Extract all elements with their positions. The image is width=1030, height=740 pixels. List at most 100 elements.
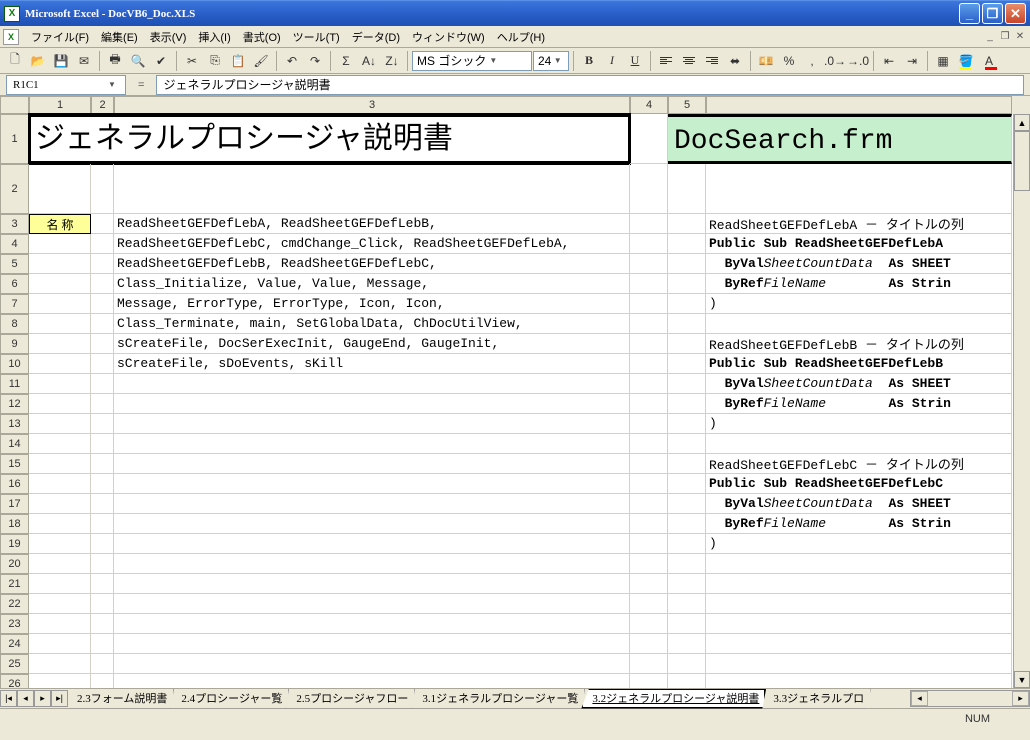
cell-r15-c4[interactable]	[630, 454, 668, 474]
cell-r22-c4[interactable]	[630, 594, 668, 614]
col-head-2[interactable]: 2	[91, 96, 114, 114]
cell-r6-c5[interactable]	[668, 274, 706, 294]
cell-r17-c6[interactable]: ByVal SheetCountData As SHEET	[706, 494, 1012, 514]
increase-decimal-icon[interactable]: .0→	[824, 50, 846, 72]
cell-r18-c4[interactable]	[630, 514, 668, 534]
workbook-icon[interactable]: X	[3, 29, 19, 45]
sheet-tab[interactable]: 2.5プロシージャフロー	[285, 689, 415, 709]
cell-r4-c4[interactable]	[630, 234, 668, 254]
row-head-3[interactable]: 3	[0, 214, 29, 234]
font-name-combo[interactable]: MS ゴシック▼	[412, 51, 532, 71]
cell-r7-c3[interactable]: Message, ErrorType, ErrorType, Icon, Ico…	[114, 294, 630, 314]
cell-r12-c5[interactable]	[668, 394, 706, 414]
scroll-down-icon[interactable]: ▼	[1014, 671, 1030, 688]
cell-r2-c4[interactable]	[630, 164, 668, 214]
cell-r7-c1[interactable]	[29, 294, 91, 314]
font-color-icon[interactable]: A	[978, 50, 1000, 72]
cell-r9-c6[interactable]: ReadSheetGEFDefLebB － タイトルの列	[706, 334, 1012, 354]
cell-r3-c4[interactable]	[630, 214, 668, 234]
cell-r11-c5[interactable]	[668, 374, 706, 394]
italic-button[interactable]: I	[601, 50, 623, 72]
cell-r24-c2[interactable]	[91, 634, 114, 654]
cell-r23-c4[interactable]	[630, 614, 668, 634]
cell-r23-c3[interactable]	[114, 614, 630, 634]
row-head-16[interactable]: 16	[0, 474, 29, 494]
row-head-6[interactable]: 6	[0, 274, 29, 294]
cell-r16-c3[interactable]	[114, 474, 630, 494]
row-head-4[interactable]: 4	[0, 234, 29, 254]
cell-r6-c4[interactable]	[630, 274, 668, 294]
col-head-3[interactable]: 3	[114, 96, 630, 114]
cell-r16-c5[interactable]	[668, 474, 706, 494]
row-head-2[interactable]: 2	[0, 164, 29, 214]
save-icon[interactable]: 💾	[50, 50, 72, 72]
cell-r17-c2[interactable]	[91, 494, 114, 514]
cell-r12-c4[interactable]	[630, 394, 668, 414]
row-head-7[interactable]: 7	[0, 294, 29, 314]
minimize-button[interactable]: _	[959, 3, 980, 24]
cell-r12-c2[interactable]	[91, 394, 114, 414]
cell-r16-c1[interactable]	[29, 474, 91, 494]
cell-r15-c3[interactable]	[114, 454, 630, 474]
select-all-corner[interactable]	[0, 96, 29, 114]
row-head-20[interactable]: 20	[0, 554, 29, 574]
row-head-19[interactable]: 19	[0, 534, 29, 554]
cell-r15-c1[interactable]	[29, 454, 91, 474]
cell-r19-c3[interactable]	[114, 534, 630, 554]
cell-r5-c1[interactable]	[29, 254, 91, 274]
cell-r21-c5[interactable]	[668, 574, 706, 594]
cell-r13-c3[interactable]	[114, 414, 630, 434]
hscroll-left-icon[interactable]: ◂	[911, 691, 928, 706]
cell-r14-c4[interactable]	[630, 434, 668, 454]
sheet-tab[interactable]: 3.3ジェネラルプロ	[762, 689, 871, 709]
cell-r14-c3[interactable]	[114, 434, 630, 454]
underline-button[interactable]: U	[624, 50, 646, 72]
cell-r7-c4[interactable]	[630, 294, 668, 314]
menu-help[interactable]: ヘルプ(H)	[491, 27, 551, 47]
cell-r19-c5[interactable]	[668, 534, 706, 554]
row-head-15[interactable]: 15	[0, 454, 29, 474]
cell-r25-c1[interactable]	[29, 654, 91, 674]
row-head-23[interactable]: 23	[0, 614, 29, 634]
cell-r11-c4[interactable]	[630, 374, 668, 394]
cell-r12-c6[interactable]: ByRef FileName As Strin	[706, 394, 1012, 414]
cell-r14-c2[interactable]	[91, 434, 114, 454]
cell-r14-c1[interactable]	[29, 434, 91, 454]
paste-icon[interactable]: 📋	[227, 50, 249, 72]
decrease-indent-icon[interactable]: ⇤	[878, 50, 900, 72]
cell-r10-c3[interactable]: sCreateFile, sDoEvents, sKill	[114, 354, 630, 374]
cell-r2-c5[interactable]	[668, 164, 706, 214]
cell-r22-c3[interactable]	[114, 594, 630, 614]
tab-nav-next-icon[interactable]: ▸	[34, 690, 51, 707]
cell-r20-c6[interactable]	[706, 554, 1012, 574]
row-head-5[interactable]: 5	[0, 254, 29, 274]
cell-r8-c2[interactable]	[91, 314, 114, 334]
preview-icon[interactable]: 🔍	[127, 50, 149, 72]
row-head-9[interactable]: 9	[0, 334, 29, 354]
cell-r5-c3[interactable]: ReadSheetGEFDefLebB, ReadSheetGEFDefLebC…	[114, 254, 630, 274]
cell-r6-c3[interactable]: Class_Initialize, Value, Value, Message,	[114, 274, 630, 294]
title-cell-file[interactable]: DocSearch.frm	[668, 114, 1012, 164]
cell-r24-c5[interactable]	[668, 634, 706, 654]
cell-r5-c2[interactable]	[91, 254, 114, 274]
cell-r20-c1[interactable]	[29, 554, 91, 574]
cell-r2-c1[interactable]	[29, 164, 91, 214]
cell-r1-c4[interactable]	[630, 114, 668, 164]
cell-r11-c3[interactable]	[114, 374, 630, 394]
cell-r10-c6[interactable]: Public Sub ReadSheetGEFDefLebB	[706, 354, 1012, 374]
cell-r8-c3[interactable]: Class_Terminate, main, SetGlobalData, Ch…	[114, 314, 630, 334]
cell-r15-c2[interactable]	[91, 454, 114, 474]
borders-icon[interactable]: ▦	[932, 50, 954, 72]
cell-r4-c2[interactable]	[91, 234, 114, 254]
cell-r21-c6[interactable]	[706, 574, 1012, 594]
cell-r16-c6[interactable]: Public Sub ReadSheetGEFDefLebC	[706, 474, 1012, 494]
cell-r2-c6[interactable]	[706, 164, 1012, 214]
undo-icon[interactable]: ↶	[281, 50, 303, 72]
cell-r10-c1[interactable]	[29, 354, 91, 374]
cell-r18-c1[interactable]	[29, 514, 91, 534]
cell-r21-c4[interactable]	[630, 574, 668, 594]
menu-edit[interactable]: 編集(E)	[95, 27, 144, 47]
cell-r6-c6[interactable]: ByRef FileName As Strin	[706, 274, 1012, 294]
fill-color-icon[interactable]: 🪣	[955, 50, 977, 72]
menu-file[interactable]: ファイル(F)	[25, 27, 95, 47]
